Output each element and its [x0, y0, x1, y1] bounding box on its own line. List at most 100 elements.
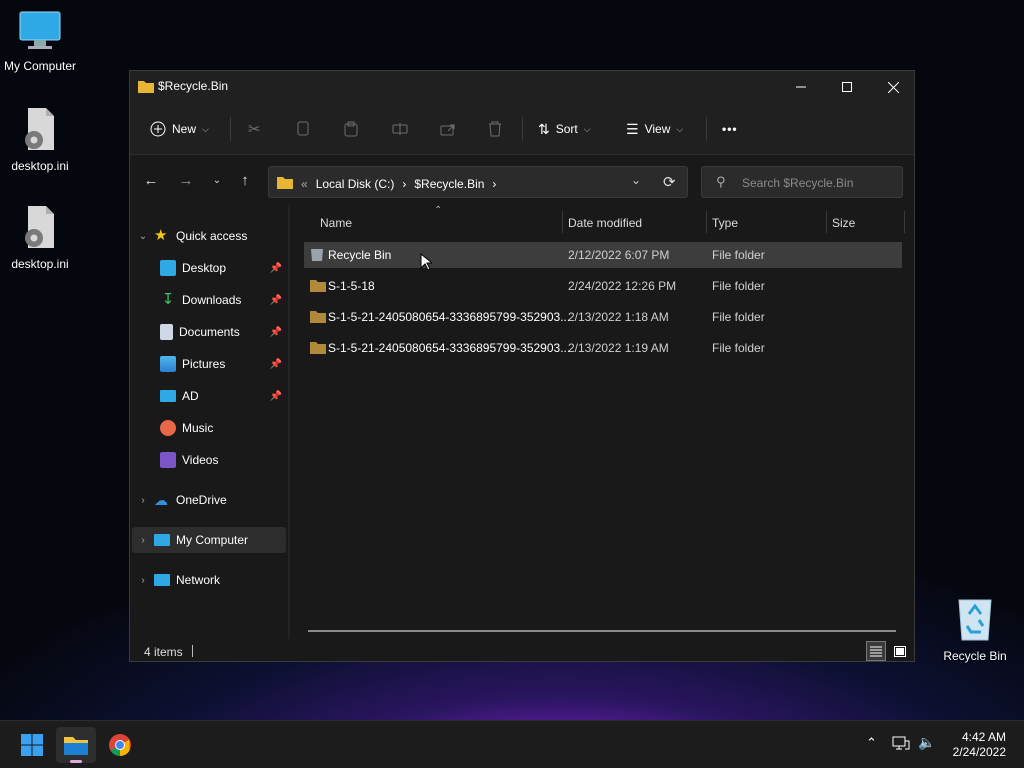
sidebar-item-ad[interactable]: AD 📌	[132, 383, 286, 409]
sort-arrows-icon: ⇅	[538, 120, 550, 137]
address-bar[interactable]: « Local Disk (C:) › $Recycle.Bin › ⌄ ⟳	[268, 166, 688, 198]
details-view-button[interactable]	[866, 641, 886, 661]
sidebar-item-label: Quick access	[176, 229, 248, 243]
folder-icon	[310, 279, 326, 295]
share-button[interactable]	[440, 113, 456, 145]
taskbar-chrome[interactable]	[100, 727, 140, 763]
horizontal-scrollbar[interactable]	[308, 630, 896, 632]
window-title: $Recycle.Bin	[158, 79, 229, 93]
search-icon: ⚲	[716, 174, 726, 189]
network-status-icon[interactable]	[892, 735, 910, 754]
refresh-icon[interactable]: ⟳	[663, 173, 676, 191]
forward-button[interactable]: →	[175, 169, 197, 191]
sidebar-item-network[interactable]: › Network	[132, 567, 286, 593]
tiles-view-button[interactable]	[890, 641, 910, 661]
volume-icon[interactable]: 🔈	[918, 734, 935, 751]
table-row[interactable]: S-1-5-18 2/24/2022 12:26 PM File folder	[304, 273, 902, 299]
command-bar: New ⌵ ✂ ⇅ Sort ⌵ ☰ View ⌵ •••	[130, 103, 914, 155]
chevron-down-icon[interactable]: ⌄	[132, 231, 154, 242]
table-row[interactable]: Recycle Bin 2/12/2022 6:07 PM File folde…	[304, 242, 902, 268]
file-type: File folder	[712, 341, 765, 355]
cut-button[interactable]: ✂	[248, 113, 261, 145]
column-header-name[interactable]: Name	[320, 211, 352, 235]
maximize-icon	[842, 82, 852, 92]
column-divider[interactable]	[562, 211, 563, 233]
breadcrumb-chevron-icon[interactable]: ›	[402, 177, 406, 191]
copy-button[interactable]	[296, 113, 310, 145]
delete-button[interactable]	[488, 113, 502, 145]
recent-locations-button[interactable]: ⌄	[206, 169, 228, 191]
desktop-icon-desktop-ini-1[interactable]: desktop.ini	[0, 106, 80, 173]
file-list: ⌃ Name Date modified Type Size Recycle B…	[290, 205, 914, 639]
column-divider[interactable]	[826, 211, 827, 233]
rename-button[interactable]	[392, 113, 408, 145]
new-button[interactable]: New ⌵	[150, 113, 209, 145]
arrow-right-icon: →	[178, 171, 194, 189]
breadcrumb-local-disk[interactable]: Local Disk (C:)	[316, 177, 395, 191]
file-date: 2/24/2022 12:26 PM	[568, 279, 677, 293]
tiles-view-icon	[894, 645, 906, 657]
monitor-icon	[0, 10, 80, 55]
paste-button[interactable]	[344, 113, 358, 145]
plus-circle-icon	[150, 121, 166, 137]
breadcrumb-chevron-icon[interactable]: ›	[492, 177, 496, 191]
breadcrumb-recycle-bin[interactable]: $Recycle.Bin	[414, 177, 484, 191]
column-header-type[interactable]: Type	[712, 211, 738, 235]
desktop-icon-recycle-bin[interactable]: Recycle Bin	[935, 596, 1015, 663]
taskbar-file-explorer[interactable]	[56, 727, 96, 763]
desktop-icon-label: My Computer	[3, 59, 77, 73]
column-divider[interactable]	[706, 211, 707, 233]
close-button[interactable]	[870, 71, 916, 103]
arrow-left-icon: ←	[143, 171, 159, 189]
pin-icon: 📌	[269, 294, 282, 306]
desktop-icon-my-computer[interactable]: My Computer	[0, 10, 80, 73]
column-header-size[interactable]: Size	[832, 211, 855, 235]
column-divider[interactable]	[904, 211, 905, 233]
navigation-bar: ← → ⌄ ↑ « Local Disk (C:) › $Recycle.Bin…	[130, 155, 914, 205]
item-count: 4 items	[144, 645, 183, 659]
maximize-button[interactable]	[824, 71, 870, 103]
music-icon	[160, 420, 176, 436]
file-explorer-window: $Recycle.Bin New ⌵ ✂ ⇅ Sort ⌵ ☰ View ⌵ •…	[129, 70, 915, 662]
up-button[interactable]: ↑	[234, 169, 256, 191]
address-history-dropdown-icon[interactable]: ⌄	[631, 173, 641, 187]
sidebar-item-label: Videos	[182, 453, 219, 467]
sort-button[interactable]: ⇅ Sort ⌵	[538, 113, 591, 145]
table-row[interactable]: S-1-5-21-2405080654-3336895799-352903...…	[304, 304, 902, 330]
view-button[interactable]: ☰ View ⌵	[626, 113, 683, 145]
sidebar-item-label: My Computer	[176, 533, 249, 547]
sidebar-item-label: AD	[182, 389, 199, 403]
sidebar-item-desktop[interactable]: Desktop 📌	[132, 255, 286, 281]
sidebar-item-my-computer[interactable]: › My Computer	[132, 527, 286, 553]
title-bar[interactable]: $Recycle.Bin	[130, 71, 914, 103]
start-button[interactable]	[12, 727, 52, 763]
chevron-right-icon[interactable]: ›	[132, 495, 154, 506]
sidebar-item-documents[interactable]: Documents 📌	[132, 319, 286, 345]
minimize-button[interactable]	[778, 71, 824, 103]
column-header-date[interactable]: Date modified	[568, 211, 642, 235]
separator	[522, 117, 523, 141]
desktop-icon-desktop-ini-2[interactable]: desktop.ini	[0, 204, 80, 271]
recycle-bin-icon	[310, 248, 324, 265]
sidebar-item-music[interactable]: Music	[132, 415, 286, 441]
show-hidden-icons-button[interactable]: ⌃	[866, 735, 877, 751]
search-box[interactable]: ⚲ Search $Recycle.Bin	[701, 166, 903, 198]
breadcrumb-overflow[interactable]: «	[301, 177, 308, 191]
back-button[interactable]: ←	[140, 169, 162, 191]
picture-icon	[160, 356, 176, 372]
more-options-button[interactable]: •••	[722, 113, 738, 145]
view-label: View	[644, 122, 671, 136]
system-clock[interactable]: 4:42 AM 2/24/2022	[953, 730, 1006, 760]
minimize-icon	[796, 86, 806, 88]
chevron-down-icon: ⌵	[202, 123, 209, 134]
status-divider	[192, 645, 193, 657]
sidebar-item-onedrive[interactable]: › ☁ OneDrive	[132, 487, 286, 513]
sidebar-item-quick-access[interactable]: ⌄ ★ Quick access	[132, 223, 286, 249]
sort-label: Sort	[555, 122, 578, 136]
chevron-right-icon[interactable]: ›	[132, 575, 154, 586]
sidebar-item-videos[interactable]: Videos	[132, 447, 286, 473]
chevron-right-icon[interactable]: ›	[132, 535, 154, 546]
sidebar-item-downloads[interactable]: ↧ Downloads 📌	[132, 287, 286, 313]
sidebar-item-pictures[interactable]: Pictures 📌	[132, 351, 286, 377]
table-row[interactable]: S-1-5-21-2405080654-3336895799-352903...…	[304, 335, 902, 361]
